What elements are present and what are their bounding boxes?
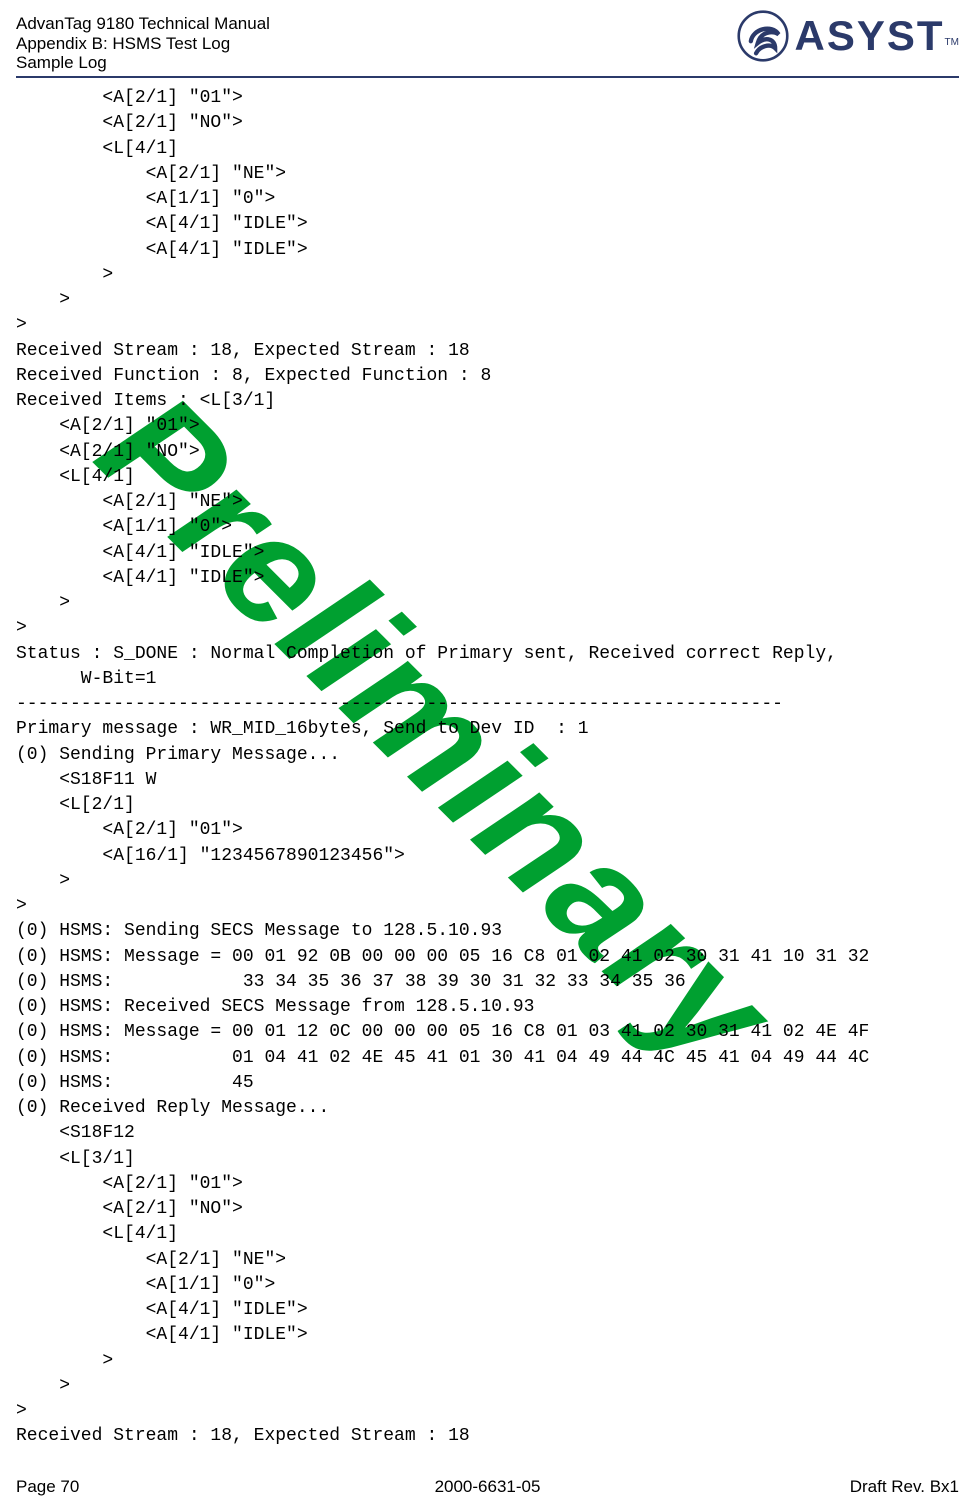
- brand-name: ASYST: [795, 12, 945, 60]
- page-header: AdvanTag 9180 Technical Manual Appendix …: [16, 14, 959, 76]
- footer-doc-number: 2000-6631-05: [16, 1477, 959, 1497]
- trademark-symbol: TM: [945, 37, 959, 48]
- asyst-swirl-icon: [737, 10, 789, 62]
- footer-revision: Draft Rev. Bx1: [850, 1477, 959, 1497]
- page: AdvanTag 9180 Technical Manual Appendix …: [0, 0, 975, 1497]
- brand-logo: ASYST TM: [737, 10, 959, 62]
- log-body: <A[2/1] "01"> <A[2/1] "NO"> <L[4/1] <A[2…: [16, 86, 959, 1450]
- header-rule: [16, 76, 959, 78]
